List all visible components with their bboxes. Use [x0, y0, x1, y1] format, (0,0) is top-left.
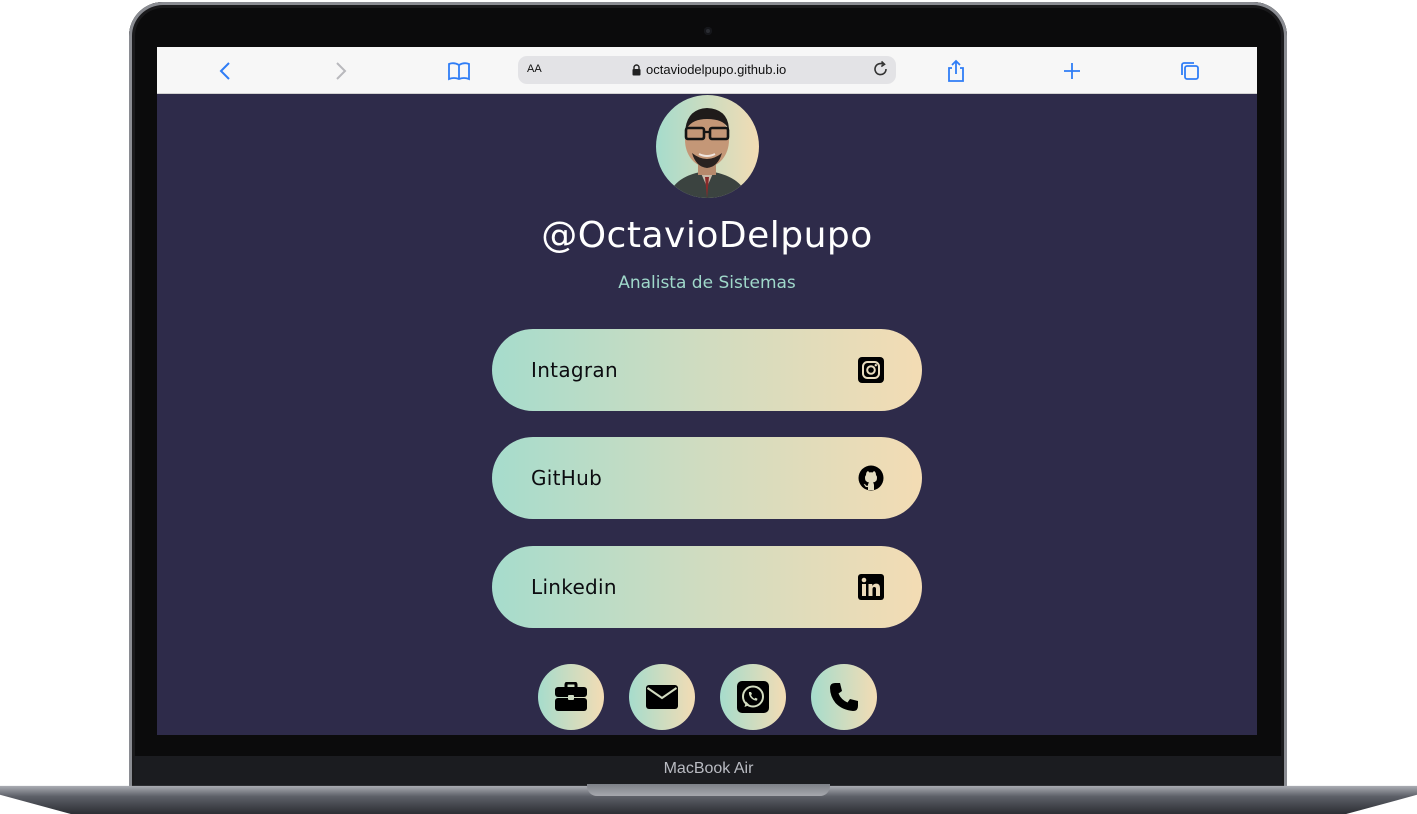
device-label: MacBook Air — [663, 760, 754, 777]
text-size-button[interactable]: AA — [527, 63, 542, 75]
profile-handle: @OctavioDelpupo — [541, 215, 873, 256]
link-label: Linkedin — [531, 575, 617, 599]
forward-button[interactable] — [328, 58, 354, 84]
address-bar[interactable]: AA octaviodelpupo.github.io — [518, 56, 896, 84]
url-display[interactable]: octaviodelpupo.github.io — [632, 62, 786, 77]
book-icon — [448, 62, 470, 81]
portfolio-button[interactable] — [538, 664, 604, 730]
camera-icon — [704, 27, 712, 35]
linkedin-icon — [858, 574, 884, 600]
link-label: GitHub — [531, 466, 603, 490]
tabs-icon — [1181, 62, 1199, 80]
phone-button[interactable] — [811, 664, 877, 730]
whatsapp-icon — [737, 681, 769, 713]
profile-role: Analista de Sistemas — [618, 273, 796, 293]
back-button[interactable] — [212, 58, 238, 84]
chevron-right-icon — [336, 62, 347, 80]
reload-button[interactable] — [872, 60, 890, 82]
linkedin-link-button[interactable]: Linkedin — [492, 546, 922, 628]
tabs-overview-button[interactable] — [1177, 58, 1203, 84]
lock-icon — [632, 63, 641, 75]
instagram-link-button[interactable]: Intagran — [492, 329, 922, 411]
chevron-left-icon — [219, 62, 230, 80]
share-icon — [948, 59, 964, 82]
laptop-notch — [587, 784, 830, 796]
new-tab-button[interactable] — [1059, 58, 1085, 84]
phone-icon — [830, 683, 858, 711]
github-link-button[interactable]: GitHub — [492, 437, 922, 519]
instagram-icon — [858, 357, 884, 383]
whatsapp-button[interactable] — [720, 664, 786, 730]
url-text: octaviodelpupo.github.io — [646, 62, 787, 77]
avatar-portrait — [668, 108, 748, 198]
browser-toolbar: AA octaviodelpupo.github.io — [157, 47, 1257, 94]
email-button[interactable] — [629, 664, 695, 730]
link-label: Intagran — [531, 358, 618, 382]
briefcase-icon — [555, 682, 587, 711]
envelope-icon — [646, 685, 678, 709]
share-button[interactable] — [943, 58, 969, 84]
profile-avatar — [656, 95, 759, 198]
browser-screen: AA octaviodelpupo.github.io @OctavioDelp… — [157, 47, 1257, 735]
plus-icon — [1064, 63, 1080, 79]
github-icon — [858, 465, 884, 491]
reload-icon — [874, 60, 887, 76]
bookmarks-button[interactable] — [446, 58, 472, 84]
